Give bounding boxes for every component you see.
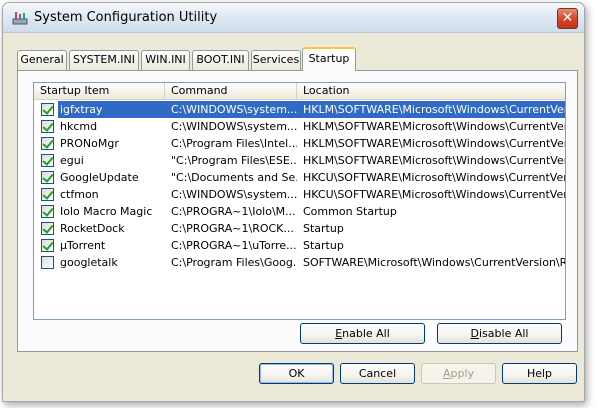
tab-general[interactable]: General — [17, 50, 67, 70]
startup-item-command: "C:\Program Files\ESE... — [171, 154, 297, 167]
startup-item-location: HKLM\SOFTWARE\Microsoft\Windows\CurrentV… — [303, 120, 566, 133]
tab-label: SYSTEM.INI — [72, 53, 136, 66]
startup-item-name: hkcmd — [60, 120, 98, 133]
tab-system-ini[interactable]: SYSTEM.INI — [69, 50, 139, 70]
startup-item-location: HKCU\SOFTWARE\Microsoft\Windows\CurrentV… — [303, 171, 566, 184]
close-icon: ✕ — [561, 10, 574, 26]
startup-item-location: HKCU\SOFTWARE\Microsoft\Windows\CurrentV… — [303, 188, 566, 201]
table-row[interactable]: PRONoMgr C:\Program Files\Intel... HKLM\SO… — [34, 135, 565, 152]
startup-item-name: RocketDock — [60, 222, 125, 235]
column-header-command[interactable]: Command — [165, 83, 297, 100]
startup-item-name: Iolo Macro Magic — [60, 205, 153, 218]
startup-item-command: C:\PROGRA~1\uTorre... — [171, 239, 297, 252]
column-header-startup-item[interactable]: Startup Item — [34, 83, 165, 100]
title-bar[interactable]: System Configuration Utility ✕ — [3, 3, 584, 33]
table-row[interactable]: GoogleUpdate "C:\Documents and Se... HKCU\… — [34, 169, 565, 186]
startup-item-checkbox[interactable] — [41, 222, 54, 235]
startup-item-command: C:\WINDOWS\system... — [171, 188, 297, 201]
disable-all-button[interactable]: Disable All — [437, 323, 562, 344]
button-label-post: isable All — [479, 327, 529, 340]
startup-item-checkbox[interactable] — [41, 137, 54, 150]
startup-item-location: Common Startup — [303, 205, 397, 218]
startup-item-location: HKLM\SOFTWARE\Microsoft\Windows\CurrentV… — [303, 154, 566, 167]
msconfig-app-icon — [12, 12, 28, 25]
startup-item-checkbox[interactable] — [41, 103, 54, 116]
startup-item-checkbox[interactable] — [41, 171, 54, 184]
startup-item-command: C:\Program Files\Intel... — [171, 137, 297, 150]
startup-item-name: µTorrent — [60, 239, 106, 252]
startup-item-location: HKLM\SOFTWARE\Microsoft\Windows\CurrentV… — [297, 101, 565, 118]
startup-item-location: SOFTWARE\Microsoft\Windows\CurrentVersio… — [303, 256, 566, 269]
startup-item-name: GoogleUpdate — [60, 171, 139, 184]
startup-item-location: HKLM\SOFTWARE\Microsoft\Windows\CurrentV… — [303, 137, 566, 150]
startup-item-checkbox[interactable] — [41, 188, 54, 201]
system-configuration-window: System Configuration Utility ✕ General S… — [2, 2, 585, 402]
startup-item-command: C:\Program Files\Goog... — [171, 256, 297, 269]
startup-item-name: egui — [60, 154, 84, 167]
enable-all-button[interactable]: Enable All — [300, 323, 425, 344]
startup-item-location: Startup — [303, 222, 344, 235]
apply-button[interactable]: Apply — [421, 363, 496, 384]
startup-item-command: C:\PROGRA~1\Iolo\M... — [171, 205, 296, 218]
button-label-post: pply — [450, 367, 475, 380]
table-row[interactable]: RocketDock C:\PROGRA~1\ROCK... Startup — [34, 220, 565, 237]
table-row[interactable]: Iolo Macro Magic C:\PROGRA~1\Iolo\M... Com… — [34, 203, 565, 220]
startup-item-name: PRONoMgr — [60, 137, 119, 150]
startup-item-checkbox[interactable] — [41, 154, 54, 167]
button-label-post: nable All — [342, 327, 390, 340]
startup-item-name: igfxtray — [58, 101, 165, 118]
list-header: Startup Item Command Location — [34, 83, 565, 100]
tab-services[interactable]: Services — [251, 50, 301, 70]
table-row[interactable]: egui "C:\Program Files\ESE... HKLM\SOFTWAR… — [34, 152, 565, 169]
column-header-location[interactable]: Location — [297, 83, 565, 100]
startup-item-command: C:\PROGRA~1\ROCK... — [171, 222, 294, 235]
close-button[interactable]: ✕ — [557, 8, 578, 29]
tab-label: Startup — [308, 52, 350, 65]
cancel-button[interactable]: Cancel — [340, 363, 415, 384]
window-title: System Configuration Utility — [34, 10, 218, 25]
tab-label: General — [20, 53, 64, 66]
startup-item-name: ctfmon — [60, 188, 99, 201]
button-label-accelerator: D — [470, 327, 479, 340]
tab-startup[interactable]: Startup — [302, 47, 356, 71]
ok-button[interactable]: OK — [259, 363, 334, 384]
table-row[interactable]: hkcmd C:\WINDOWS\system... HKLM\SOFTWARE\M… — [34, 118, 565, 135]
startup-item-name: googletalk — [60, 256, 118, 269]
startup-item-location: Startup — [303, 239, 344, 252]
tab-label: WIN.INI — [145, 53, 186, 66]
startup-item-command: C:\WINDOWS\system... — [171, 120, 297, 133]
button-label-accelerator: A — [442, 367, 451, 380]
table-row[interactable]: igfxtray C:\WINDOWS\system... HKLM\SOFTWAR… — [34, 101, 565, 118]
startup-item-checkbox[interactable] — [41, 256, 54, 269]
tab-win-ini[interactable]: WIN.INI — [141, 50, 190, 70]
startup-item-command: "C:\Documents and Se... — [171, 171, 297, 184]
startup-item-checkbox[interactable] — [41, 120, 54, 133]
startup-items-list[interactable]: Startup Item Command Location igfxtray C:… — [33, 82, 566, 320]
table-row[interactable]: ctfmon C:\WINDOWS\system... HKCU\SOFTWARE\… — [34, 186, 565, 203]
tab-label: Services — [252, 53, 300, 66]
table-row[interactable]: µTorrent C:\PROGRA~1\uTorre... Startup — [34, 237, 565, 254]
startup-item-checkbox[interactable] — [41, 239, 54, 252]
startup-item-command: C:\WINDOWS\system... — [165, 101, 297, 118]
tab-label: BOOT.INI — [196, 53, 245, 66]
table-row[interactable]: googletalk C:\Program Files\Goog... SOFTWA… — [34, 254, 565, 271]
startup-item-checkbox[interactable] — [41, 205, 54, 218]
tab-boot-ini[interactable]: BOOT.INI — [192, 50, 249, 70]
help-button[interactable]: Help — [502, 363, 577, 384]
